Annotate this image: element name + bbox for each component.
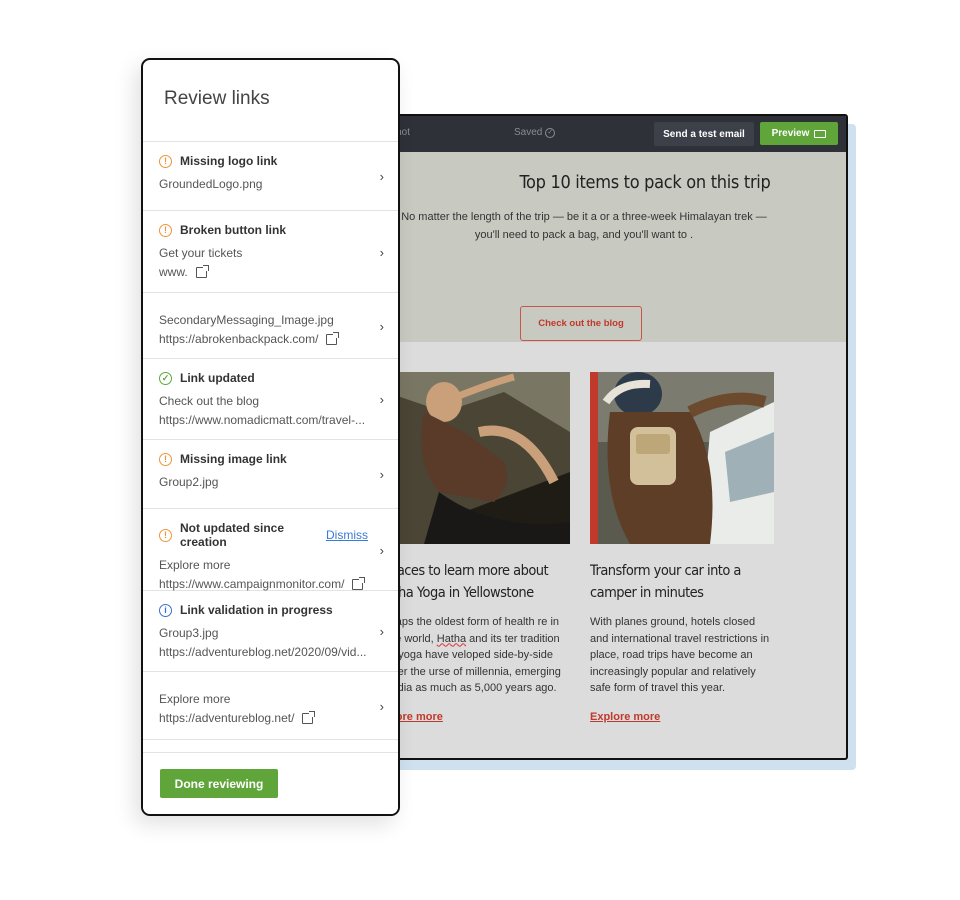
external-link-icon[interactable] [195, 265, 209, 278]
review-links-panel: Review links ! Missing logo link Grounde… [141, 58, 400, 816]
review-items-list[interactable]: ! Missing logo link GroundedLogo.png › !… [143, 142, 398, 754]
chevron-right-icon[interactable]: › [380, 624, 384, 639]
external-link-icon[interactable] [352, 577, 366, 590]
url-text: www. [159, 265, 188, 279]
done-reviewing-button[interactable]: Done reviewing [160, 769, 278, 798]
card-title: Transform your car into a camper in minu… [590, 563, 741, 601]
review-item[interactable]: ! Not updated since creation Dismiss Exp… [143, 509, 398, 591]
status-label: Not updated since creation [180, 521, 285, 549]
review-item[interactable]: i Link validation in progress Group3.jpg… [143, 591, 398, 672]
explore-more-link[interactable]: Explore more [590, 711, 774, 723]
item-status: ✓ Link updated [159, 371, 368, 385]
item-url: https://adventureblog.net/ [159, 711, 368, 725]
chevron-right-icon[interactable]: › [380, 245, 384, 260]
spellcheck-word: Hatha [436, 632, 467, 645]
item-link-text: Check out the blog [159, 394, 260, 408]
email-hero-section[interactable]: Top 10 items to pack on this trip No mat… [324, 152, 846, 342]
item-status: ! Missing logo link [159, 154, 368, 168]
item-status: i Link validation in progress [159, 603, 368, 617]
status-label: Missing logo link [180, 154, 278, 168]
warning-icon: ! [159, 154, 172, 168]
url-text: https://abrokenbackpack.com/ [159, 332, 319, 346]
review-item[interactable]: ! Broken button link Get your tickets ww… [143, 211, 398, 293]
chevron-right-icon[interactable]: › [380, 319, 384, 334]
dismiss-link[interactable]: Dismiss [326, 528, 368, 542]
url-text: https://adventureblog.net/ [159, 711, 295, 725]
item-link-text: Explore more [159, 558, 231, 572]
review-item[interactable]: ✓ Link updated Check out the blog https:… [143, 359, 398, 440]
item-link-text: Get your tickets [159, 246, 243, 260]
preview-label: Preview [771, 128, 810, 139]
chevron-right-icon[interactable]: › [380, 543, 384, 558]
item-url: https://abrokenbackpack.com/ [159, 332, 368, 346]
item-url: www. [159, 265, 368, 279]
external-link-icon[interactable] [326, 332, 340, 345]
card-title: places to learn more about atha Yoga in … [386, 563, 549, 601]
warning-icon: ! [159, 528, 172, 542]
item-link-text: Explore more [159, 692, 231, 706]
email-editor-window: apshot Saved ✓ Send a test email Preview… [322, 114, 848, 760]
chevron-right-icon[interactable]: › [380, 392, 384, 407]
warning-icon: ! [159, 452, 172, 466]
item-filename: Group2.jpg [159, 475, 219, 489]
chevron-right-icon[interactable]: › [380, 699, 384, 714]
review-item[interactable]: SecondaryMessaging_Image.jpg https://abr… [143, 293, 398, 359]
preview-button[interactable]: Preview [760, 122, 838, 145]
external-link-icon[interactable] [302, 711, 316, 724]
status-label: Missing image link [180, 452, 287, 466]
hero-title: Top 10 items to pack on this trip [519, 172, 771, 193]
check-icon: ✓ [159, 371, 172, 385]
review-item[interactable]: ! Missing logo link GroundedLogo.png › [143, 142, 398, 211]
item-status: ! Not updated since creation Dismiss [159, 521, 368, 549]
card-body: With planes ground, hotels closed and in… [590, 616, 770, 694]
item-url: https://www.campaignmonitor.com/ [159, 577, 368, 591]
item-url: https://www.nomadicmatt.com/travel-... [159, 413, 366, 427]
item-status: ! Broken button link [159, 223, 368, 237]
camper-photo[interactable] [590, 372, 774, 544]
editor-toolbar: apshot Saved ✓ Send a test email Preview [324, 116, 846, 152]
panel-header: Review links [143, 60, 398, 142]
card-body: rhaps the oldest form of health re in th… [386, 614, 570, 697]
url-text: https://www.campaignmonitor.com/ [159, 577, 345, 591]
article-card-camper[interactable]: Transform your car into a camper in minu… [590, 372, 774, 723]
saved-label: Saved [514, 127, 543, 138]
item-filename: SecondaryMessaging_Image.jpg [159, 313, 334, 327]
saved-check-icon: ✓ [545, 127, 556, 138]
status-label: Link updated [180, 371, 255, 385]
review-item[interactable]: ! Missing image link Group2.jpg › [143, 440, 398, 509]
status-label: Broken button link [180, 223, 286, 237]
status-label: Link validation in progress [180, 603, 333, 617]
panel-footer: Done reviewing [143, 752, 398, 814]
send-test-email-button[interactable]: Send a test email [654, 122, 754, 146]
hero-lede: No matter the length of the trip — be it… [401, 211, 767, 241]
saved-status: Saved ✓ [514, 127, 556, 138]
item-filename: Group3.jpg [159, 626, 219, 640]
item-url: https://adventureblog.net/2020/09/vid... [159, 645, 367, 659]
warning-icon: ! [159, 223, 172, 237]
chevron-right-icon[interactable]: › [380, 169, 384, 184]
devices-icon [814, 129, 827, 138]
chevron-right-icon[interactable]: › [380, 467, 384, 482]
item-status: ! Missing image link [159, 452, 368, 466]
panel-title: Review links [164, 88, 270, 109]
check-out-blog-button[interactable]: Check out the blog [520, 306, 642, 341]
item-filename: GroundedLogo.png [159, 177, 263, 191]
review-item[interactable]: Explore more https://adventureblog.net/ … [143, 672, 398, 740]
info-icon: i [159, 603, 172, 617]
